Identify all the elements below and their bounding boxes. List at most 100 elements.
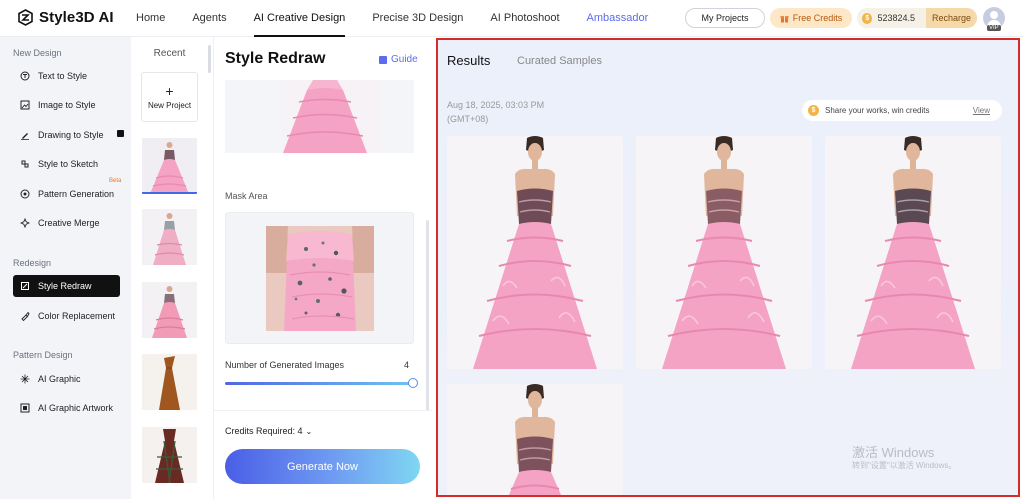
tab-curated-samples[interactable]: Curated Samples — [517, 55, 602, 67]
results-area: Results Curated Samples Aug 18, 2025, 03… — [436, 38, 1020, 497]
recent-thumbnail[interactable] — [142, 282, 197, 338]
sidebar-item-pattern-generation[interactable]: Pattern Generation Beta — [13, 178, 121, 205]
nav-precise-3d-design[interactable]: Precise 3D Design — [372, 0, 463, 37]
mask-area-image — [226, 213, 413, 343]
share-text: Share your works, win credits — [825, 106, 930, 115]
new-project-button[interactable]: + New Project — [141, 72, 198, 122]
recharge-button[interactable]: Recharge — [925, 8, 977, 28]
my-projects-button[interactable]: My Projects — [685, 8, 765, 28]
plaid-dress-thumbnail — [142, 427, 197, 483]
result-image[interactable] — [636, 136, 812, 369]
sidebar-item-label: Text to Style — [38, 71, 88, 81]
recent-title: Recent — [153, 48, 186, 59]
brown-dress-thumbnail — [142, 354, 197, 410]
gift-icon — [780, 15, 789, 22]
chevron-down-icon: ⌄ — [305, 426, 313, 436]
section-new-design: New Design — [13, 48, 62, 58]
vip-badge: VIP — [987, 25, 1001, 31]
section-redesign: Redesign — [13, 258, 52, 268]
recent-projects-column: Recent + New Project — [131, 37, 214, 499]
color-replacement-icon — [21, 311, 30, 321]
generated-pink-gown-image — [447, 384, 623, 495]
sidebar-item-drawing-to-style[interactable]: Drawing to Style — [13, 124, 124, 146]
nav-ai-creative-design[interactable]: AI Creative Design — [253, 0, 345, 37]
recent-scrollbar[interactable] — [208, 45, 211, 73]
coin-icon: $ — [808, 105, 819, 116]
sidebar-item-label: Creative Merge — [38, 218, 100, 228]
sidebar-item-label: Color Replacement — [38, 311, 116, 321]
nav-home[interactable]: Home — [136, 0, 165, 37]
sidebar-item-style-redraw[interactable]: Style Redraw — [13, 275, 120, 297]
ai-graphic-artwork-icon — [20, 403, 30, 413]
sidebar-item-style-to-sketch[interactable]: Style to Sketch — [13, 153, 120, 175]
credits-required-dropdown[interactable]: Credits Required: 4 ⌄ — [225, 426, 312, 436]
recent-thumbnail[interactable] — [142, 138, 197, 194]
tab-results[interactable]: Results — [447, 53, 490, 68]
book-icon — [379, 55, 387, 64]
credits-required-label: Credits Required: 4 — [225, 426, 303, 436]
free-credits-label: Free Credits — [792, 13, 843, 23]
plus-icon: + — [165, 83, 174, 99]
num-images-slider[interactable] — [225, 378, 418, 388]
credits-balance: 523824.5 — [877, 13, 916, 23]
app-logo[interactable]: Style3D AI — [17, 9, 114, 26]
panel-scrollbar[interactable] — [426, 220, 429, 412]
result-image[interactable] — [447, 384, 623, 495]
text-to-style-icon — [20, 71, 30, 81]
drawing-to-style-icon — [21, 133, 29, 140]
creative-merge-icon — [20, 218, 30, 228]
style-to-sketch-icon — [21, 160, 29, 168]
generated-pink-gown-image — [825, 136, 1001, 369]
sidebar-item-creative-merge[interactable]: Creative Merge — [13, 212, 120, 234]
app-name: Style3D AI — [39, 9, 114, 26]
num-images-value: 4 — [404, 360, 410, 370]
result-image[interactable] — [825, 136, 1001, 369]
sidebar-item-label: AI Graphic — [38, 374, 81, 384]
recent-thumbnail[interactable] — [142, 354, 197, 410]
free-credits-button[interactable]: Free Credits — [770, 8, 852, 28]
sidebar-item-ai-graphic[interactable]: AI Graphic — [13, 368, 120, 390]
left-sidebar: New Design Text to Style Image to Style … — [0, 37, 131, 499]
generate-now-button[interactable]: Generate Now — [225, 449, 420, 484]
top-navigation-bar: Style3D AI Home Agents AI Creative Desig… — [0, 0, 1024, 37]
recent-thumbnail[interactable] — [142, 427, 197, 483]
section-pattern-design: Pattern Design — [13, 350, 73, 360]
guide-label: Guide — [391, 54, 418, 65]
guide-link[interactable]: Guide — [379, 54, 418, 65]
nav-agents[interactable]: Agents — [192, 0, 226, 37]
coin-icon: $ — [862, 12, 873, 24]
pink-dress-thumbnail — [142, 138, 197, 194]
sidebar-item-text-to-style[interactable]: Text to Style — [13, 65, 120, 87]
share-works-banner[interactable]: $ Share your works, win credits View — [802, 100, 1002, 121]
reference-image[interactable] — [225, 80, 414, 153]
panel-footer: Credits Required: 4 ⌄ Generate Now — [214, 410, 433, 499]
result-image[interactable] — [447, 136, 623, 369]
share-view-link[interactable]: View — [973, 106, 990, 115]
nav-ai-photoshoot[interactable]: AI Photoshoot — [490, 0, 559, 37]
ai-graphic-icon — [20, 374, 30, 384]
new-badge-icon — [117, 130, 124, 137]
sidebar-item-label: Pattern Generation — [38, 189, 115, 199]
sidebar-item-color-replacement[interactable]: Color Replacement — [13, 305, 120, 327]
sidebar-item-label: AI Graphic Artwork — [38, 403, 114, 413]
generated-pink-gown-image — [636, 136, 812, 369]
sidebar-item-label: Drawing to Style — [38, 130, 104, 140]
slider-fill — [225, 382, 413, 385]
result-timestamp: Aug 18, 2025, 03:03 PM (GMT+08) — [447, 100, 545, 124]
slider-handle[interactable] — [408, 378, 418, 388]
credits-balance-pill: $ 523824.5 Recharge — [857, 8, 977, 28]
sidebar-item-image-to-style[interactable]: Image to Style — [13, 94, 120, 116]
style-redraw-panel: Style Redraw Guide Mask Area Number of G… — [214, 37, 433, 499]
style-redraw-icon — [21, 282, 29, 290]
pattern-generation-icon — [20, 189, 30, 199]
sidebar-item-ai-graphic-artwork[interactable]: AI Graphic Artwork — [13, 397, 120, 419]
windows-activation-watermark-sub: 转到"设置"以激活 Windows。 — [852, 461, 957, 470]
recent-thumbnail[interactable] — [142, 209, 197, 265]
nav-ambassador[interactable]: Ambassador — [587, 0, 649, 37]
sidebar-item-label: Style Redraw — [38, 281, 92, 291]
generated-pink-gown-image — [447, 136, 623, 369]
image-to-style-icon — [20, 100, 30, 110]
mask-area-box[interactable] — [225, 212, 414, 344]
panel-title: Style Redraw — [225, 50, 326, 67]
num-images-label: Number of Generated Images — [225, 360, 345, 370]
